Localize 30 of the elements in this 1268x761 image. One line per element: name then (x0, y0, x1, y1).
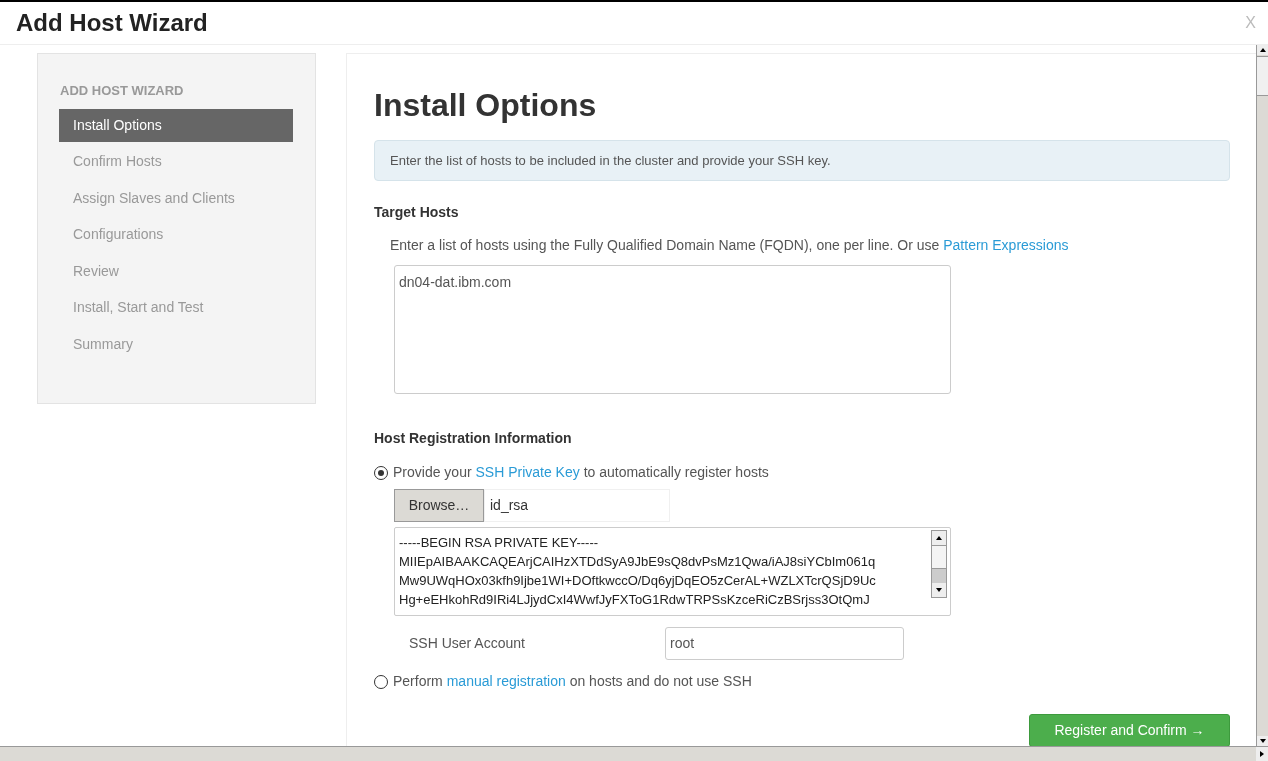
section-heading: Host Registration Information (374, 429, 573, 448)
radio-button[interactable] (374, 465, 388, 480)
window-title: Add Host Wizard (16, 8, 208, 38)
browse-button[interactable]: Browse… (394, 489, 484, 522)
user-account-field[interactable]: root (665, 627, 904, 660)
scrollbar[interactable] (931, 530, 947, 598)
file-name-field[interactable]: id_rsa (484, 489, 670, 522)
register-and-confirm-button[interactable]: Register and Confirm → (1029, 714, 1230, 746)
pattern-expressions-link[interactable]: Pattern Expressions (943, 237, 1069, 253)
option-label: Provide your SSH Private Key to automatically register hosts (393, 463, 769, 482)
page-title: Install Options (374, 87, 598, 123)
sidebar-item[interactable]: Summary (59, 327, 293, 361)
option-link[interactable]: SSH Private Key (475, 464, 580, 480)
field-label: SSH User Account (408, 634, 526, 653)
close-button[interactable]: X (1245, 11, 1256, 35)
hosts-field[interactable]: dn04-dat.ibm.com (394, 265, 951, 394)
private-key-field[interactable]: -----BEGIN RSA PRIVATE KEY----- MIIEpAIBAAKCAQEArjCAIHzXTDdSyA9JbE9sQ8dvPsMz1Qwa/iAJ8siYCbIm061q Mw9UWqHOx03kfh9Ijbe1WI+DOftkwccO/Dq6yjDqEO5zCerAL+WZLXTcrQSjD9Uc Hg+eEHkohRd9IRi4LJjydCxI4WwfJyFXToG1RdwTRPSsKzceRiCzBSrjss3OtQmJ (394, 527, 951, 616)
sidebar-item[interactable]: Review (59, 254, 293, 288)
option-link[interactable]: manual registration (446, 673, 566, 689)
instruction-text: Enter a list of hosts using the Fully Qualified Domain Name (FQDN), one per line. Or use Pattern Expressions (390, 236, 1070, 255)
sidebar-item[interactable]: Install, Start and Test (59, 291, 293, 324)
sidebar-item[interactable]: Assign Slaves and Clients (59, 181, 293, 215)
sidebar-item[interactable]: Confirm Hosts (59, 145, 293, 178)
radio-button[interactable] (374, 674, 388, 689)
option-label: Perform manual registration on hosts and do not use SSH (393, 672, 752, 691)
sidebar-item[interactable]: Install Options (59, 108, 293, 142)
section-heading: Target Hosts (374, 203, 460, 222)
sidebar-heading: ADD HOST WIZARD (60, 82, 185, 100)
info-notice: Enter the list of hosts to be included in the cluster and provide your SSH key. (374, 140, 1230, 181)
sidebar-item[interactable]: Configurations (59, 218, 293, 251)
